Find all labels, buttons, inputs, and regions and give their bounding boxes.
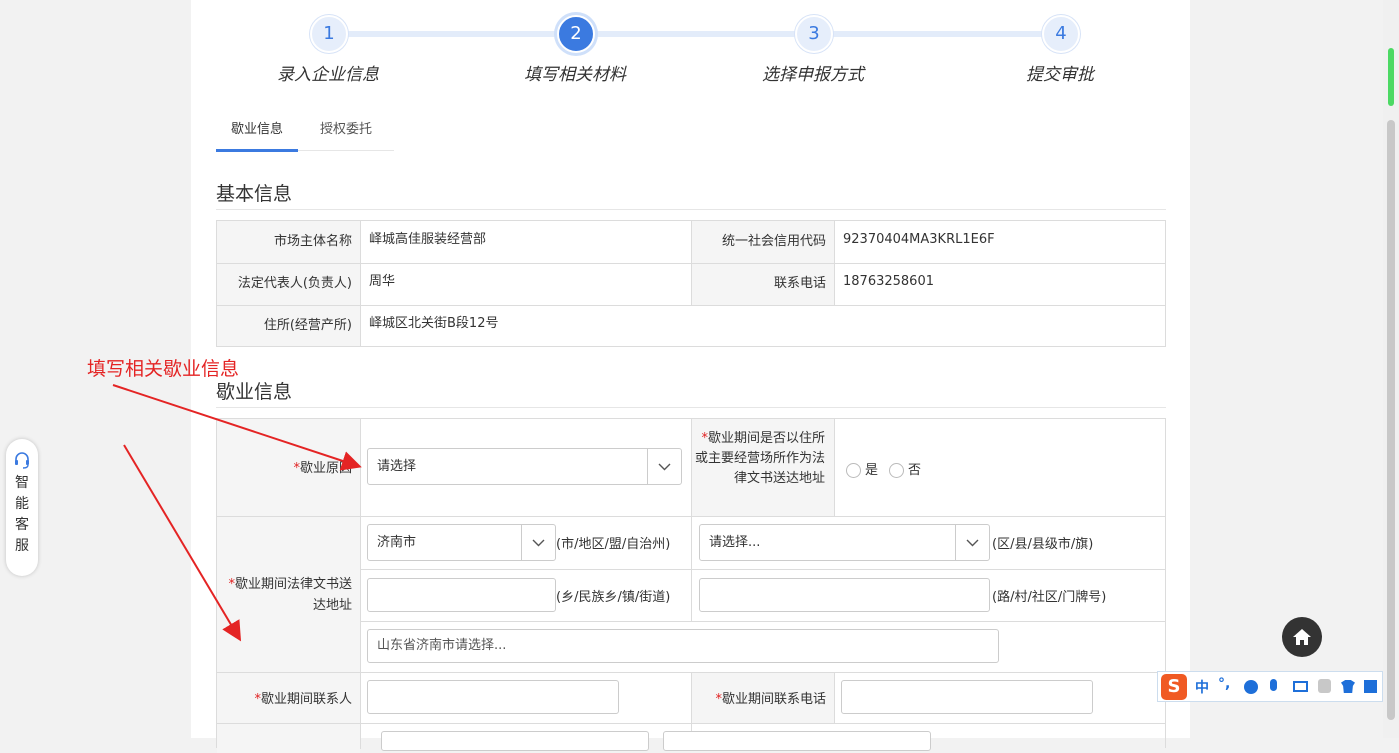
annotation-arrows (112, 384, 362, 642)
headset-icon (15, 452, 29, 469)
sogou-logo-icon[interactable]: S (1161, 674, 1187, 700)
scrollbar[interactable] (1383, 0, 1399, 738)
customer-service-button[interactable]: 智能客服 (6, 439, 38, 576)
customer-service-label: 智能客服 (15, 475, 29, 554)
skin-icon[interactable] (1341, 680, 1355, 693)
ime-lang-toggle[interactable]: 中 (1195, 677, 1209, 697)
ime-toolbar[interactable]: S 中 °, (1157, 671, 1383, 702)
user-icon[interactable] (1318, 679, 1331, 693)
keyboard-icon[interactable] (1293, 681, 1308, 692)
home-icon (1293, 629, 1311, 645)
ime-punct-toggle[interactable]: °, (1218, 676, 1230, 692)
microphone-icon[interactable] (1270, 679, 1277, 691)
apps-grid-icon[interactable] (1364, 680, 1377, 693)
home-button[interactable] (1282, 617, 1322, 657)
scroll-thumb[interactable] (1387, 120, 1395, 720)
emoji-icon[interactable] (1244, 680, 1258, 694)
scroll-indicator (1388, 48, 1394, 106)
